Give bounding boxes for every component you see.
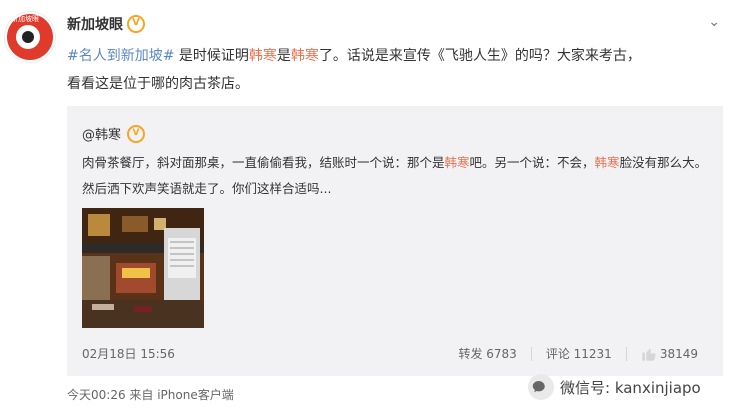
post-text-part: 是 bbox=[276, 48, 291, 64]
wechat-label: 微信号: kanxinjiapo bbox=[560, 378, 701, 397]
divider bbox=[530, 346, 532, 361]
post-photo[interactable] bbox=[82, 208, 204, 328]
name-highlight[interactable]: 韩寒 bbox=[291, 48, 319, 64]
repost-button[interactable]: 转发 6783 bbox=[458, 345, 516, 362]
post-text: #名人到新加坡# 是时候证明韩寒是韩寒了。话说是来宣传《飞驰人生》的吗？大家来考… bbox=[67, 42, 717, 98]
verified-icon: V bbox=[127, 124, 146, 143]
quoted-text-part: 肉骨茶餐厅，斜对面那桌，一直偷偷看我，结账时一个说：那个是 bbox=[82, 155, 445, 170]
wechat-icon bbox=[528, 374, 554, 400]
comment-button[interactable]: 评论 11231 bbox=[546, 345, 612, 362]
divider bbox=[625, 346, 627, 361]
author-avatar[interactable]: 新加坡眼 bbox=[5, 12, 55, 62]
post-text-part: 看看这是位于哪的肉古茶店。 bbox=[67, 76, 249, 92]
thumbs-up-icon bbox=[642, 348, 656, 361]
verified-icon: V bbox=[127, 15, 145, 33]
quoted-post-stats: 转发 6783 评论 11231 38149 bbox=[458, 345, 698, 362]
name-highlight[interactable]: 韩寒 bbox=[249, 48, 277, 64]
author-name-text[interactable]: 新加坡眼 bbox=[67, 14, 123, 34]
avatar-tag: 新加坡眼 bbox=[11, 15, 39, 23]
quoted-text: 肉骨茶餐厅，斜对面那桌，一直偷偷看我，结账时一个说：那个是韩寒吧。另一个说：不会… bbox=[82, 150, 708, 202]
chevron-down-icon[interactable]: ⌄ bbox=[708, 14, 720, 30]
quoted-post-date[interactable]: 02月18日 15:56 bbox=[82, 345, 175, 362]
name-highlight[interactable]: 韩寒 bbox=[595, 155, 620, 170]
wechat-watermark: 微信号: kanxinjiapo bbox=[528, 374, 701, 400]
quoted-post[interactable]: @韩寒 V 肉骨茶餐厅，斜对面那桌，一直偷偷看我，结账时一个说：那个是韩寒吧。另… bbox=[67, 106, 723, 376]
post-text-part: 了。话说是来宣传《飞驰人生》的吗？大家来考古， bbox=[318, 48, 641, 64]
quoted-text-part: 吧。另一个说：不会， bbox=[469, 155, 595, 170]
avatar-eye-pupil bbox=[22, 31, 34, 43]
author-name[interactable]: 新加坡眼 V bbox=[67, 14, 145, 34]
quoted-user-name[interactable]: @韩寒 bbox=[82, 124, 121, 143]
post-photo-image bbox=[82, 208, 204, 328]
name-highlight[interactable]: 韩寒 bbox=[445, 155, 470, 170]
like-count: 38149 bbox=[659, 346, 698, 361]
quoted-user[interactable]: @韩寒 V bbox=[82, 124, 146, 143]
post-time-source: 今天00:26 来自 iPhone客户端 bbox=[67, 388, 234, 402]
hashtag-link[interactable]: #名人到新加坡# bbox=[67, 48, 174, 64]
like-button[interactable]: 38149 bbox=[641, 346, 698, 362]
post-text-part: 是时候证明 bbox=[174, 48, 249, 64]
